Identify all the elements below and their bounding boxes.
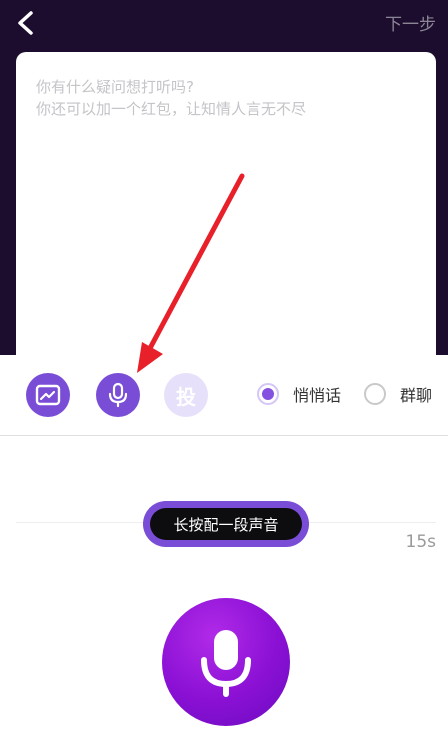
voice-button[interactable] (96, 373, 140, 417)
radio-selected-icon (257, 383, 279, 405)
image-icon (35, 384, 61, 406)
image-button[interactable] (26, 373, 70, 417)
microphone-icon (108, 382, 128, 408)
hold-to-record-label: 长按配一段声音 (150, 508, 302, 540)
option-whisper-label: 悄悄话 (293, 386, 342, 405)
chevron-left-icon (18, 11, 33, 35)
vote-button[interactable]: 投 (164, 373, 208, 417)
back-button[interactable] (8, 6, 42, 40)
microphone-icon (201, 630, 251, 697)
question-text-area[interactable]: 你有什么疑问想打听吗? 你还可以加一个红包，让知情人言无不尽 (16, 52, 436, 372)
vote-label: 投 (176, 384, 196, 409)
option-group-chat[interactable]: 群聊 (364, 382, 432, 406)
question-placeholder: 你有什么疑问想打听吗? 你还可以加一个红包，让知情人言无不尽 (36, 76, 416, 120)
record-button[interactable] (162, 598, 290, 726)
hold-to-record-hint: 长按配一段声音 (143, 501, 309, 547)
placeholder-line-2: 你还可以加一个红包，让知情人言无不尽 (36, 100, 307, 118)
next-step-button[interactable]: 下一步 (385, 10, 436, 35)
radio-unselected-icon (364, 383, 386, 405)
max-duration-label: 15s (405, 532, 437, 552)
compose-toolbar: 投 悄悄话 群聊 (0, 355, 448, 436)
option-group-chat-label: 群聊 (400, 386, 433, 405)
option-whisper[interactable]: 悄悄话 (257, 382, 341, 406)
placeholder-line-1: 你有什么疑问想打听吗? (36, 78, 194, 96)
